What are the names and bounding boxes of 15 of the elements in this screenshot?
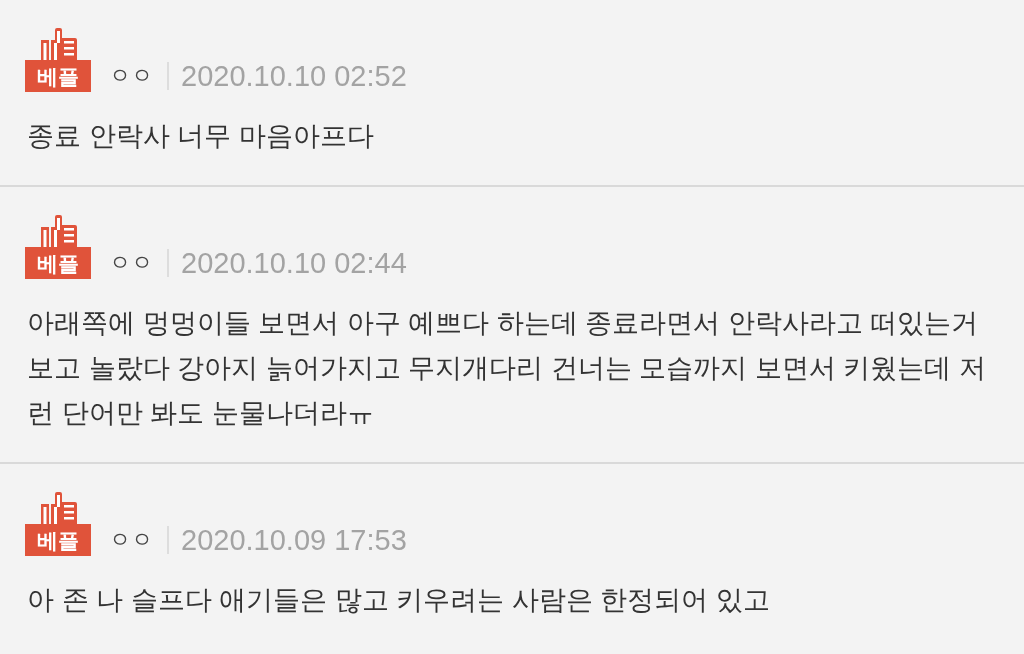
comment-text: 아래쪽에 멍멍이들 보면서 아구 예쁘다 하는데 종료라면서 안락사라고 떠있는거 보고 놀랐다 강아지 늙어가지고 무지개다리 건너는 모습까지 보면서 키웠는데 저런 단어만 봐도 눈물나더라ㅠ xyxy=(26,307,987,430)
best-badge: 베플 xyxy=(25,524,91,556)
comment-author: ㅇㅇ xyxy=(109,529,153,551)
comment-date: 2020.10.10 02:52 xyxy=(181,61,407,91)
comment-text: 아 존 나 슬프다 애기들은 많고 키우려는 사람은 한정되어 있고 xyxy=(26,584,771,617)
comment-date: 2020.10.10 02:44 xyxy=(181,248,407,278)
best-badge: 베플 xyxy=(25,247,91,279)
thumbs-up-icon xyxy=(41,28,77,60)
comment-author: ㅇㅇ xyxy=(109,252,153,274)
comment-author: ㅇㅇ xyxy=(109,65,153,87)
comment-text: 종료 안락사 너무 마음아프다 xyxy=(26,120,375,153)
thumbs-up-icon xyxy=(41,492,77,524)
thumbs-up-icon xyxy=(41,215,77,247)
comment-date: 2020.10.09 17:53 xyxy=(181,525,407,555)
best-badge: 베플 xyxy=(25,60,91,92)
